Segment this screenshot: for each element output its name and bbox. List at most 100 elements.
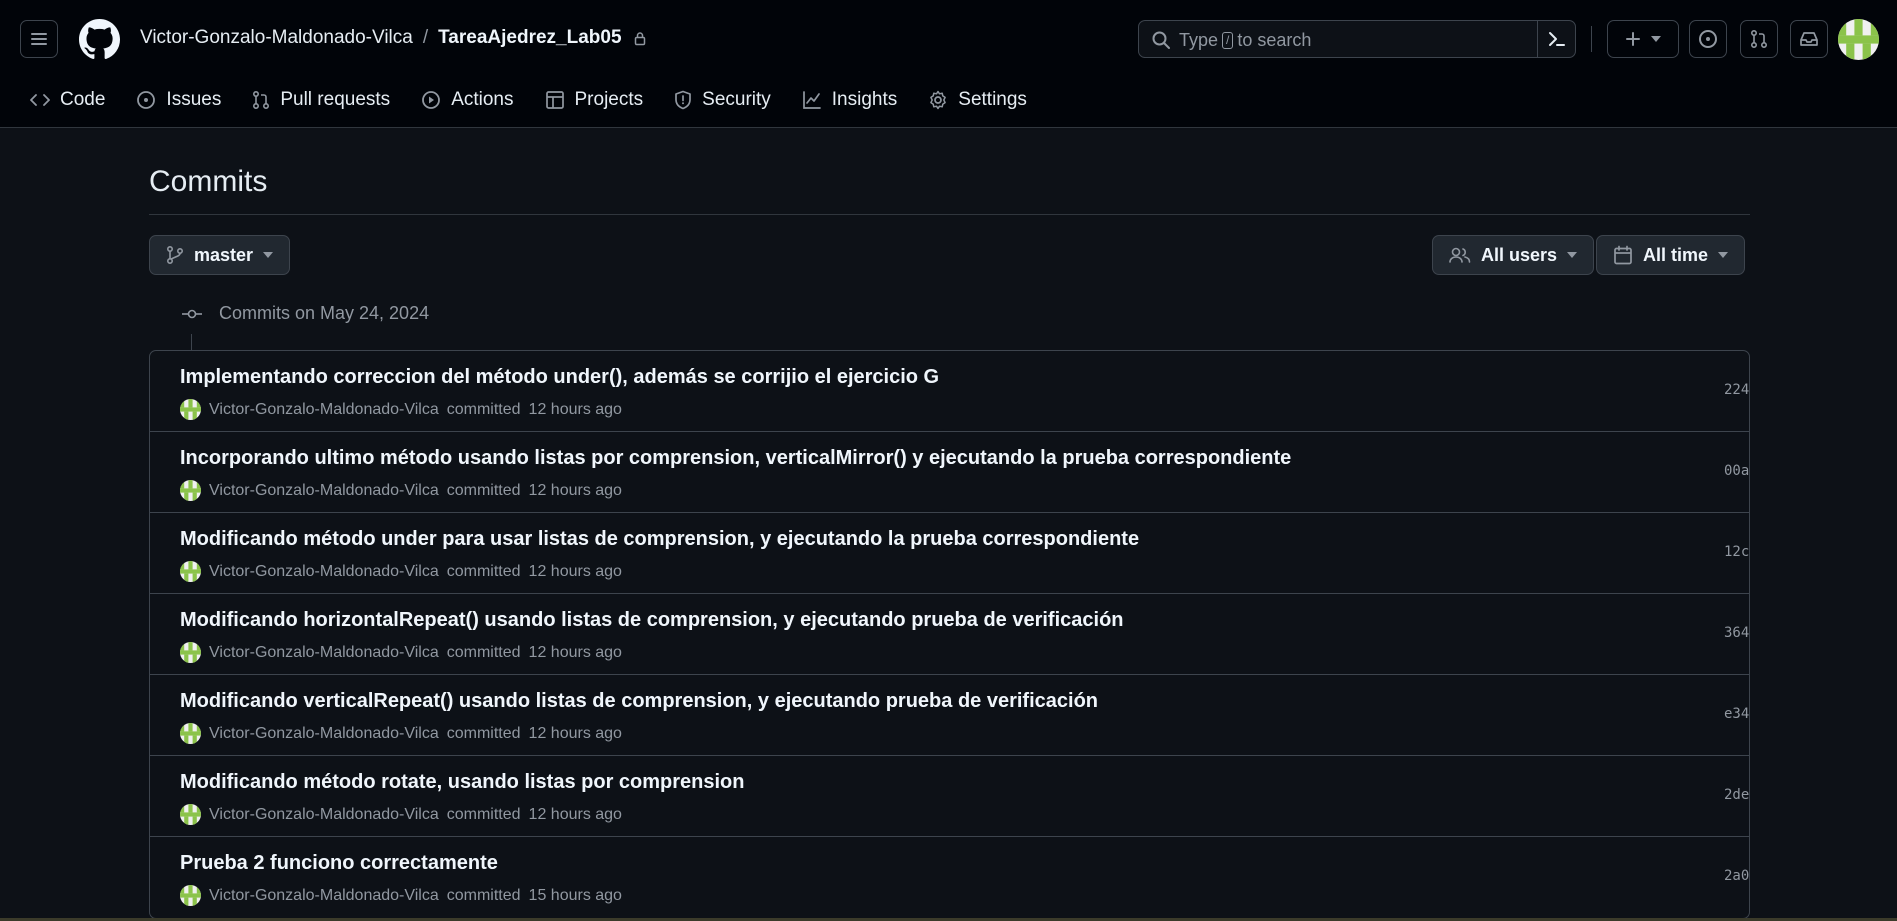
tab-issues[interactable]: Issues bbox=[126, 80, 231, 120]
users-filter-button[interactable]: All users bbox=[1432, 235, 1595, 275]
hamburger-icon bbox=[31, 33, 47, 45]
tab-security[interactable]: Security bbox=[664, 80, 781, 120]
users-filter-label: All users bbox=[1481, 244, 1558, 265]
commit-message-link[interactable]: Prueba 2 funciono correctamente bbox=[180, 852, 498, 875]
author-avatar[interactable] bbox=[180, 561, 201, 582]
author-avatar[interactable] bbox=[180, 885, 201, 906]
tab-projects[interactable]: Projects bbox=[535, 80, 654, 120]
issue-icon bbox=[137, 91, 156, 109]
commit-action-text: committed bbox=[446, 643, 521, 661]
identicon-avatar-icon bbox=[180, 642, 201, 663]
inbox-button[interactable] bbox=[1790, 20, 1828, 58]
commit-meta: Victor-Gonzalo-Maldonado-Vilca committed… bbox=[180, 723, 622, 744]
commit-author-link[interactable]: Victor-Gonzalo-Maldonado-Vilca bbox=[209, 563, 439, 581]
breadcrumb: Victor-Gonzalo-Maldonado-Vilca / TareaAj… bbox=[140, 27, 646, 49]
branch-selector-button[interactable]: master bbox=[149, 235, 291, 275]
identicon-avatar-icon bbox=[180, 399, 201, 420]
user-avatar[interactable] bbox=[1838, 19, 1879, 60]
lock-icon bbox=[634, 31, 645, 45]
commit-row: Modificando método under para usar lista… bbox=[150, 513, 1749, 594]
commit-sha-link[interactable]: 364c89d bbox=[1724, 625, 1749, 641]
author-avatar[interactable] bbox=[180, 642, 201, 663]
tab-pull-requests-label: Pull requests bbox=[280, 89, 391, 110]
tab-pull-requests[interactable]: Pull requests bbox=[242, 80, 400, 120]
commit-author-link[interactable]: Victor-Gonzalo-Maldonado-Vilca bbox=[209, 806, 439, 824]
time-filter-label: All time bbox=[1643, 244, 1709, 265]
commit-time: 12 hours ago bbox=[528, 400, 622, 418]
issues-button[interactable] bbox=[1689, 20, 1727, 58]
create-new-button[interactable] bbox=[1607, 20, 1679, 58]
commit-row: Modificando horizontalRepeat() usando li… bbox=[150, 594, 1749, 675]
shield-icon bbox=[675, 90, 691, 110]
chevron-down-icon bbox=[263, 252, 274, 258]
commit-author-link[interactable]: Victor-Gonzalo-Maldonado-Vilca bbox=[209, 482, 439, 500]
tab-insights[interactable]: Insights bbox=[792, 80, 907, 120]
commit-meta: Victor-Gonzalo-Maldonado-Vilca committed… bbox=[180, 480, 622, 501]
tab-actions[interactable]: Actions bbox=[411, 80, 523, 120]
identicon-avatar-icon bbox=[180, 885, 201, 906]
tab-security-label: Security bbox=[702, 89, 771, 110]
commit-sha-link[interactable]: e34d375 bbox=[1724, 706, 1749, 722]
identicon-avatar-icon bbox=[180, 561, 201, 582]
commit-row: Prueba 2 funciono correctamente Victor-G… bbox=[150, 837, 1749, 918]
time-filter-button[interactable]: All time bbox=[1596, 235, 1746, 275]
author-avatar[interactable] bbox=[180, 399, 201, 420]
commit-action-text: committed bbox=[446, 805, 521, 823]
pull-requests-button[interactable] bbox=[1740, 20, 1778, 58]
search-placeholder-suffix: to search bbox=[1237, 30, 1312, 50]
author-avatar[interactable] bbox=[180, 804, 201, 825]
github-logo-icon[interactable] bbox=[79, 19, 120, 60]
chevron-down-icon bbox=[1567, 252, 1578, 258]
header-divider bbox=[1591, 26, 1592, 52]
identicon-avatar-icon bbox=[180, 723, 201, 744]
commit-meta: Victor-Gonzalo-Maldonado-Vilca committed… bbox=[180, 399, 622, 420]
commit-message-link[interactable]: Modificando método rotate, usando listas… bbox=[180, 771, 745, 794]
identicon-avatar-icon bbox=[1838, 19, 1879, 60]
commit-author-link[interactable]: Victor-Gonzalo-Maldonado-Vilca bbox=[209, 887, 439, 905]
commit-sha-link[interactable]: 12c863b bbox=[1724, 544, 1749, 560]
commit-time: 12 hours ago bbox=[528, 805, 622, 823]
commit-meta: Victor-Gonzalo-Maldonado-Vilca committed… bbox=[180, 804, 622, 825]
plus-icon bbox=[1626, 32, 1640, 46]
pull-request-icon bbox=[1750, 29, 1768, 49]
commit-meta: Victor-Gonzalo-Maldonado-Vilca committed… bbox=[180, 561, 622, 582]
commit-sha-link[interactable]: 224e540 bbox=[1724, 382, 1749, 398]
tab-actions-label: Actions bbox=[451, 89, 514, 110]
terminal-icon bbox=[1548, 32, 1565, 46]
search-input[interactable]: Type / to search bbox=[1138, 20, 1576, 58]
commit-action-text: committed bbox=[446, 562, 521, 580]
breadcrumb-owner-link[interactable]: Victor-Gonzalo-Maldonado-Vilca bbox=[140, 27, 413, 49]
commit-sha-link[interactable]: 2a0bb06 bbox=[1724, 868, 1749, 884]
commit-sha-link[interactable]: 00a2ad1 bbox=[1724, 463, 1749, 479]
author-avatar[interactable] bbox=[180, 723, 201, 744]
commit-meta: Victor-Gonzalo-Maldonado-Vilca committed… bbox=[180, 885, 622, 906]
tab-projects-label: Projects bbox=[574, 89, 644, 110]
tab-code[interactable]: Code bbox=[20, 80, 115, 120]
commit-list: Implementando correccion del método unde… bbox=[149, 350, 1750, 919]
commit-message-link[interactable]: Modificando horizontalRepeat() usando li… bbox=[180, 609, 1124, 632]
commit-message-link[interactable]: Modificando verticalRepeat() usando list… bbox=[180, 690, 1098, 713]
tab-settings-label: Settings bbox=[958, 89, 1027, 110]
chevron-down-icon bbox=[1651, 36, 1661, 42]
tab-insights-label: Insights bbox=[831, 89, 898, 110]
tab-settings[interactable]: Settings bbox=[918, 80, 1037, 120]
commit-author-link[interactable]: Victor-Gonzalo-Maldonado-Vilca bbox=[209, 725, 439, 743]
branch-name: master bbox=[194, 244, 254, 265]
commit-meta: Victor-Gonzalo-Maldonado-Vilca committed… bbox=[180, 642, 622, 663]
tab-issues-label: Issues bbox=[166, 89, 222, 110]
breadcrumb-repo-link[interactable]: TareaAjedrez_Lab05 bbox=[438, 27, 621, 49]
command-palette-button[interactable] bbox=[1537, 20, 1575, 58]
commit-message-link[interactable]: Implementando correccion del método unde… bbox=[180, 366, 939, 389]
commit-message-link[interactable]: Modificando método under para usar lista… bbox=[180, 528, 1139, 551]
commit-message-link[interactable]: Incorporando ultimo método usando listas… bbox=[180, 447, 1291, 470]
commit-time: 12 hours ago bbox=[528, 724, 622, 742]
author-avatar[interactable] bbox=[180, 480, 201, 501]
commit-author-link[interactable]: Victor-Gonzalo-Maldonado-Vilca bbox=[209, 401, 439, 419]
hamburger-menu-button[interactable] bbox=[20, 20, 58, 58]
title-divider bbox=[149, 214, 1750, 215]
commit-sha-link[interactable]: 2de44cc bbox=[1724, 787, 1749, 803]
repo-nav-tabs: Code Issues Pull requests Actions Projec… bbox=[20, 80, 1048, 120]
commit-author-link[interactable]: Victor-Gonzalo-Maldonado-Vilca bbox=[209, 644, 439, 662]
commit-row: Incorporando ultimo método usando listas… bbox=[150, 432, 1749, 513]
graph-icon bbox=[802, 91, 821, 109]
